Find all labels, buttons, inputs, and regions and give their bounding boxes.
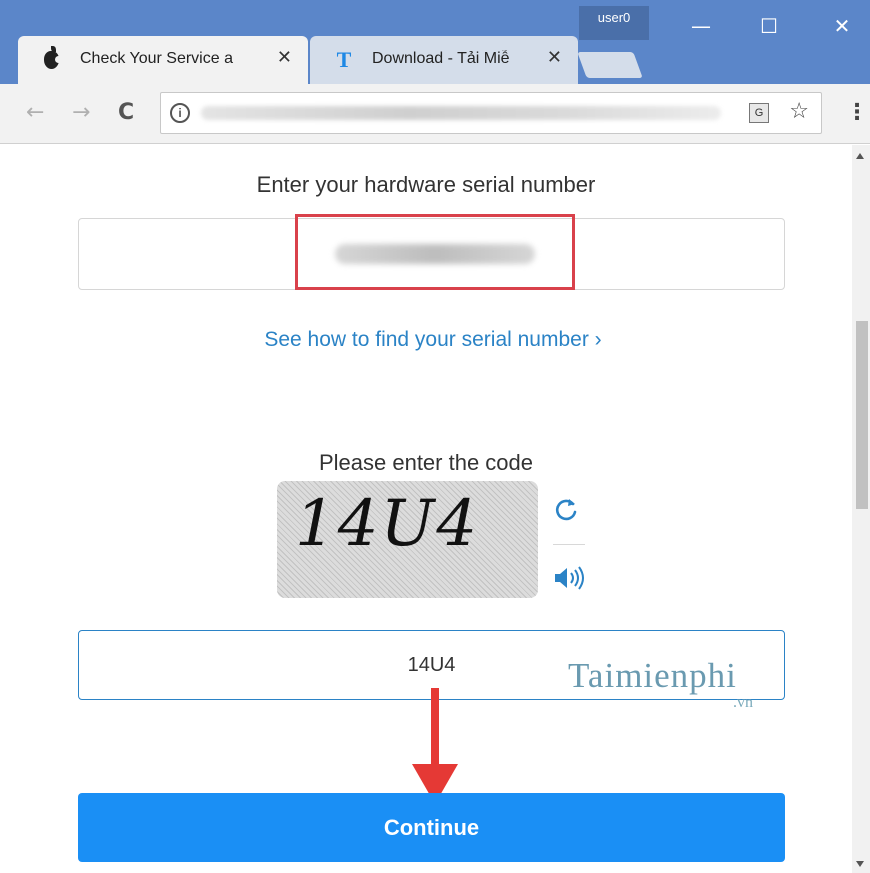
- menu-icon[interactable]: ⋮: [846, 100, 868, 125]
- close-window-button[interactable]: ✕: [814, 8, 870, 44]
- captcha-text: 14U4: [295, 487, 480, 561]
- vertical-scrollbar[interactable]: [852, 145, 870, 873]
- captcha-image: 14U4: [277, 481, 538, 598]
- red-arrow-annotation: [412, 688, 458, 804]
- continue-button[interactable]: Continue: [78, 793, 785, 862]
- tab-download[interactable]: T Download - Tải Miễ ✕: [310, 36, 578, 84]
- captcha-divider: [553, 544, 585, 545]
- minimize-button[interactable]: —: [673, 8, 729, 44]
- tab-check-service[interactable]: Check Your Service a ✕: [18, 36, 308, 84]
- new-tab-button[interactable]: [577, 52, 643, 78]
- t-logo-icon: T: [336, 47, 352, 72]
- back-icon[interactable]: ←: [26, 100, 44, 125]
- close-tab-icon[interactable]: ✕: [547, 47, 562, 68]
- watermark-logo: Taimienphi: [568, 656, 737, 695]
- serial-highlight-box: [295, 214, 575, 290]
- info-icon[interactable]: i: [170, 103, 190, 123]
- scroll-up-icon[interactable]: [856, 153, 864, 159]
- scroll-down-icon[interactable]: [856, 861, 864, 867]
- watermark-suffix: .vn: [733, 694, 753, 711]
- code-label: Please enter the code: [318, 450, 534, 475]
- maximize-button[interactable]: ☐: [741, 8, 797, 44]
- browser-toolbar: ← → C i G ☆ ⋮: [0, 84, 870, 144]
- tab-title: Check Your Service a: [80, 50, 233, 67]
- find-serial-link[interactable]: See how to find your serial number ›: [0, 328, 866, 352]
- close-tab-icon[interactable]: ✕: [277, 47, 292, 68]
- address-bar[interactable]: i G ☆: [160, 92, 822, 134]
- forward-icon[interactable]: →: [72, 100, 90, 125]
- serial-label: Enter your hardware serial number: [256, 172, 596, 197]
- audio-icon[interactable]: [553, 565, 587, 591]
- reload-icon[interactable]: C: [118, 100, 134, 125]
- translate-icon[interactable]: G: [749, 103, 769, 123]
- refresh-icon[interactable]: [552, 495, 580, 525]
- apple-icon: [42, 46, 62, 71]
- tab-title: Download - Tải Miễ: [372, 50, 510, 67]
- bookmark-star-icon[interactable]: ☆: [789, 99, 809, 124]
- profile-button[interactable]: user0: [579, 6, 649, 40]
- browser-titlebar: user0 — ☐ ✕ Check Your Service a ✕ T Dow…: [0, 0, 870, 84]
- url-text-blurred: [201, 106, 721, 120]
